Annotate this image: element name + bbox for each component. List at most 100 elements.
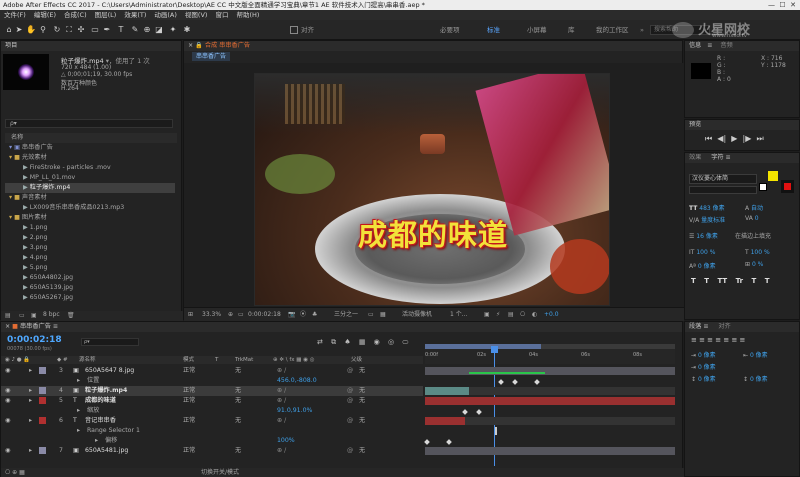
layer-mode-dropdown[interactable]: 正常 [183,366,195,376]
stroke-width-field[interactable]: ☰ 16 像素 [689,231,718,240]
time-ruler[interactable]: 0:00f 02s 04s 06s 08s [425,344,675,364]
twirl-icon[interactable]: ▸ [29,396,32,406]
flowchart-icon[interactable]: ⎔ [520,308,525,321]
project-search-input[interactable]: ρ▾ [5,119,173,128]
property-value[interactable]: 91.0,91.0% [277,406,312,416]
text-style-button[interactable]: T [704,277,709,285]
layer-name[interactable]: 650A5647 8.jpg [85,366,134,376]
keyframe[interactable] [512,379,518,385]
fast-preview-icon[interactable]: ⚡ [496,308,500,321]
vertical-scale-field[interactable]: IT 100 % [689,249,715,256]
character-tab[interactable]: 效果 字符 ≡ [685,153,799,163]
pan-behind-tool-icon[interactable]: ✣ [76,25,86,35]
label-color[interactable] [39,387,46,394]
hand-tool-icon[interactable]: ✋ [26,25,36,35]
visibility-icon[interactable]: ◉ [5,396,10,406]
layer-mode-dropdown[interactable]: 正常 [183,446,195,456]
bpc-label[interactable]: 8 bpc [43,311,60,318]
keyframe[interactable] [534,379,540,385]
layer-trkmat-dropdown[interactable]: 无 [235,416,241,426]
title-text-overlay[interactable]: 成都的味道 [320,212,546,254]
layer-name[interactable]: 音记串串香 [85,416,116,426]
timeline-tab[interactable]: × ■ 串串香广告 ≡ [1,322,682,332]
project-file[interactable]: ▶ 650A5139.jpg [5,283,175,293]
project-folder[interactable]: ▾ ■ 图片素材 [5,213,175,223]
workspace-essentials[interactable]: 必要项 [440,25,460,35]
project-tab[interactable]: 项目 [1,41,181,51]
project-folder[interactable]: ▾ ■ 声音素材 [5,193,175,203]
rotate-tool-icon[interactable]: ↻ [52,25,62,35]
track-bar-layer3[interactable] [425,367,675,375]
magnify-icon[interactable]: ⊞ [188,308,193,321]
home-icon[interactable]: ⌂ [4,25,14,35]
pickwhip-icon[interactable]: @ [347,386,353,396]
pen-tool-icon[interactable]: ✒ [102,25,112,35]
twirl-icon[interactable]: ▸ [29,386,32,396]
last-frame-icon[interactable]: ⏭ [756,134,763,143]
type-tool-icon[interactable]: T [116,25,126,35]
property-value[interactable]: 100% [277,436,295,446]
property-row[interactable]: ▸ 缩放 91.0,91.0% [1,406,423,416]
twirl-icon[interactable]: ▸ [29,446,32,456]
eraser-tool-icon[interactable]: ◪ [154,25,164,35]
project-file[interactable]: ▶ 粒子爆炸.mp4 [5,183,175,193]
property-value[interactable]: 456.0,-808.0 [277,376,317,386]
keyframe[interactable] [424,439,430,445]
fill-color-swatch[interactable] [767,170,779,182]
layer-switches[interactable]: ⊕ / [277,446,286,456]
label-color[interactable] [39,447,46,454]
resolution-dropdown[interactable]: 三分之一 [334,308,358,321]
stroke-type-dropdown[interactable]: 在描边上填充 [735,231,771,240]
menu-item[interactable]: 动画(A) [154,11,177,19]
puppet-tool-icon[interactable]: ✱ [182,25,192,35]
timeline-timecode[interactable]: 0:00:02:18 [7,335,62,345]
kerning-field[interactable]: V/A 量度标准 [689,215,725,224]
layer-row[interactable]: ◉ ▸ 3 ▣ 650A5647 8.jpg 正常 无 ⊕ / @ 无 [1,366,423,376]
tracking-field[interactable]: VA 0 [745,215,759,222]
visibility-icon[interactable]: ◉ [5,446,10,456]
layer-row[interactable]: ◉ ▸ 7 ▣ 650A5481.jpg 正常 无 ⊕ / @ 无 [1,446,423,456]
menu-item[interactable]: 效果(T) [124,11,146,19]
pickwhip-icon[interactable]: @ [347,416,353,426]
twirl-icon[interactable]: ▸ [29,366,32,376]
project-file[interactable]: ▶ 650A5267.jpg [5,293,175,303]
layer-parent-dropdown[interactable]: 无 [359,416,365,426]
first-line-indent-field[interactable]: ⇥ 0 像素 [691,362,716,371]
toggle-pixel-icon[interactable]: ▣ [484,308,490,321]
indent-right-field[interactable]: ⇤ 0 像素 [743,350,768,359]
horizontal-scale-field[interactable]: T 100 % [745,249,770,256]
property-row[interactable]: ▸ 偏移 100% [1,436,423,446]
menu-item[interactable]: 图层(L) [95,11,117,19]
workspace-standard[interactable]: 标准 [487,25,500,35]
pickwhip-icon[interactable]: @ [347,396,353,406]
close-icon[interactable]: ✕ [790,1,796,9]
workspace-mine[interactable]: 我的工作区 [596,25,629,35]
work-area-range[interactable] [425,344,541,349]
reset-exposure-icon[interactable]: ◐ [532,308,537,321]
minimize-icon[interactable]: — [768,1,775,9]
info-tab[interactable]: 信息 ≡ 音频 [685,41,799,51]
font-style-dropdown[interactable] [689,186,757,194]
layer-name[interactable]: 成都的味道 [85,396,116,406]
new-comp-icon[interactable]: ▣ [31,312,37,319]
snapshot-icon[interactable]: 📷 [288,308,295,321]
workspace-library[interactable]: 库 [568,25,575,35]
brush-tool-icon[interactable]: ✎ [130,25,140,35]
text-style-button[interactable]: T [765,277,770,285]
project-file[interactable]: ▶ 2.png [5,233,175,243]
col-source-name[interactable]: 源名称 [79,356,96,364]
font-size-field[interactable]: TT 483 像素 [689,203,725,212]
close-tab-icon[interactable]: × [188,42,193,49]
clone-tool-icon[interactable]: ⊕ [142,25,152,35]
menu-item[interactable]: 合成(C) [64,11,87,19]
channel-icon[interactable]: ♣ [312,308,317,321]
project-file[interactable]: ▶ 3.png [5,243,175,253]
text-style-buttons[interactable]: T T TT Tr T T [691,277,770,285]
prev-frame-icon[interactable]: ◀| [717,134,726,143]
cti-head[interactable] [491,346,498,353]
next-frame-icon[interactable]: |▶ [743,134,752,143]
first-frame-icon[interactable]: ⏮ [705,134,712,143]
play-icon[interactable]: ▶ [731,134,737,143]
label-color[interactable] [39,397,46,404]
property-row[interactable]: ▸ Range Selector 1 [1,426,423,436]
